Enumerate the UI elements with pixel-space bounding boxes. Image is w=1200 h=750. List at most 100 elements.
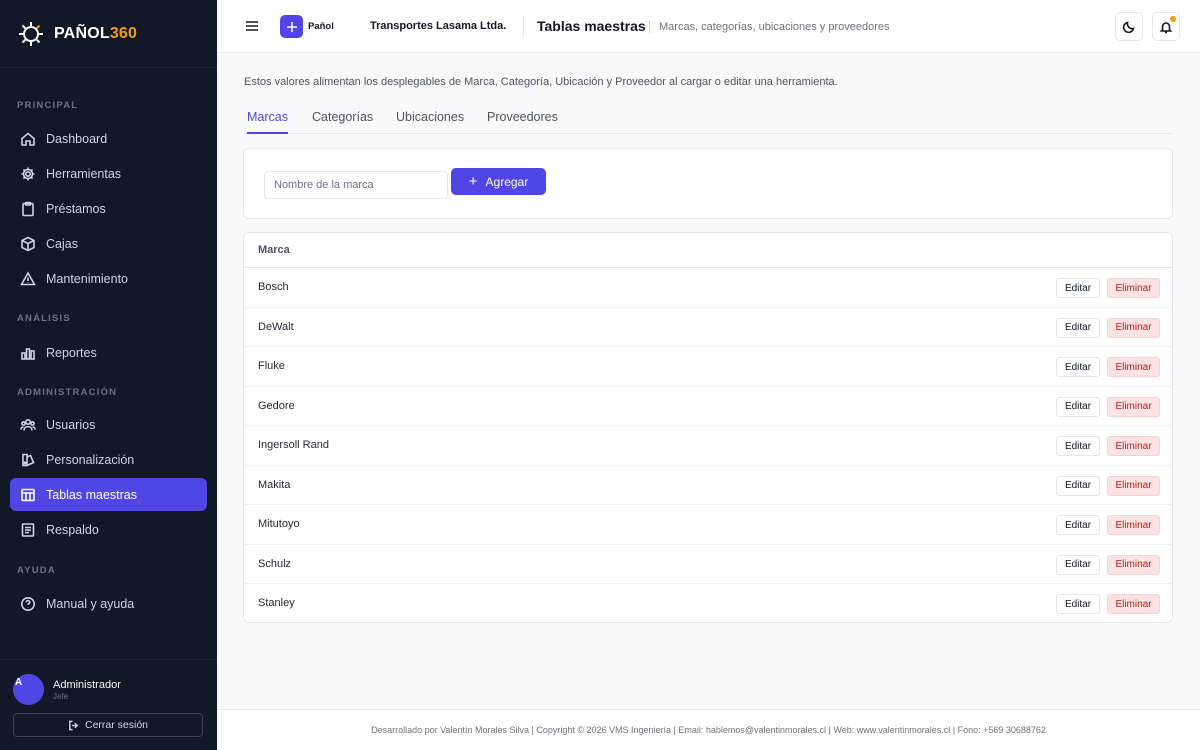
sidebar-item-label: Cajas [46,236,78,251]
avatar: A [13,674,44,705]
brand-name: DeWalt [258,320,294,333]
users-icon [20,417,36,433]
sidebar-item-manual[interactable]: Manual y ayuda [10,587,207,620]
sidebar-item-label: Respaldo [46,522,99,537]
theme-toggle-button[interactable] [1115,12,1143,41]
warning-icon [20,270,36,287]
logout-icon [69,720,79,730]
topbar: Pañol Transportes Lasama Ltda. Tablas ma… [217,0,1200,53]
sidebar-item-label: Reportes [46,345,97,360]
tab-ubicaciones[interactable]: Ubicaciones [396,110,464,134]
tabs: Marcas Categorías Ubicaciones Proveedore… [244,103,1173,134]
edit-button[interactable]: Editar [1056,515,1100,535]
notifications-button[interactable] [1152,12,1180,41]
sidebar-item-label: Mantenimiento [46,271,128,286]
notification-dot [1170,16,1176,22]
hamburger-menu-icon[interactable] [245,19,259,33]
sidebar-item-herramientas[interactable]: Herramientas [10,157,207,190]
table-row: Ingersoll Rand Editar Eliminar [244,426,1172,466]
divider [523,16,524,37]
sidebar: PAÑOL360 PRINCIPAL Dashboard Herramienta… [0,0,217,750]
tab-categorias[interactable]: Categorías [312,110,373,134]
delete-button[interactable]: Eliminar [1107,278,1160,298]
brand-name: Makita [258,478,291,491]
sidebar-item-mantenimiento[interactable]: Mantenimiento [10,262,207,295]
brand-name: Mitutoyo [258,518,300,530]
delete-button[interactable]: Eliminar [1107,594,1160,614]
home-icon [20,131,36,147]
table-body: Bosch Editar Eliminar DeWalt Editar Eliminar F… [244,268,1172,622]
sidebar-item-label: Manual y ayuda [46,596,135,611]
edit-button[interactable]: Editar [1056,278,1100,298]
edit-button[interactable]: Editar [1056,317,1100,338]
tab-marcas[interactable]: Marcas [247,110,288,134]
brand-name: Ingersoll Rand [258,439,329,451]
edit-button[interactable]: Editar [1056,436,1100,456]
moon-icon [1122,20,1135,33]
delete-button[interactable]: Eliminar [1107,515,1160,535]
brand-name: Gedore [258,399,295,412]
sidebar-item-label: Tablas maestras [46,487,138,502]
gear-icon [20,166,36,182]
table-header: Marca [244,233,1172,268]
sidebar-item-label: Préstamos [46,201,106,216]
sidebar-item-label: Personalización [46,452,135,467]
add-brand-card: + Agregar [243,148,1173,219]
add-button-label: Agregar [485,174,529,189]
sidebar-item-tablas-maestras[interactable]: Tablas maestras [10,478,207,511]
delete-button[interactable]: Eliminar [1107,554,1160,575]
edit-button[interactable]: Editar [1056,396,1100,417]
delete-button[interactable]: Eliminar [1107,396,1160,417]
gear-logo-icon [19,21,43,46]
logout-label: Cerrar sesión [84,719,149,731]
section-title-ayuda: AYUDA [17,565,56,576]
sidebar-item-dashboard[interactable]: Dashboard [10,122,207,155]
company-name: Transportes Lasama Ltda. [370,20,507,32]
sidebar-item-reportes[interactable]: Reportes [10,336,207,369]
sidebar-item-cajas[interactable]: Cajas [10,227,207,260]
edit-button[interactable]: Editar [1056,475,1100,496]
sidebar-item-label: Usuarios [46,417,96,432]
intro-text: Estos valores alimentan los desplegables… [244,76,838,88]
brand-name-input[interactable] [264,171,448,199]
table-row: DeWalt Editar Eliminar [244,308,1172,347]
table-row: Stanley Editar Eliminar [244,584,1172,622]
table-icon [20,487,36,503]
delete-button[interactable]: Eliminar [1107,317,1160,338]
box-icon [20,236,36,252]
sidebar-item-label: Herramientas [46,166,122,181]
sidebar-item-personalizacion[interactable]: Personalización [10,443,207,476]
logout-button[interactable]: Cerrar sesión [13,713,203,737]
sidebar-item-respaldo[interactable]: Respaldo [10,513,207,546]
delete-button[interactable]: Eliminar [1107,475,1160,496]
brand-name: Stanley [258,597,295,609]
footer: Desarrollado por Valentín Morales Silva … [217,709,1200,750]
sidebar-item-prestamos[interactable]: Préstamos [10,192,207,225]
table-row: Makita Editar Eliminar [244,466,1172,505]
brand-name: Fluke [258,360,285,372]
section-title-administracion: ADMINISTRACIÓN [17,387,118,398]
brand-name: PAÑOL360 [54,24,138,42]
add-button[interactable]: + Agregar [451,168,546,195]
sidebar-item-usuarios[interactable]: Usuarios [10,408,207,441]
delete-button[interactable]: Eliminar [1107,357,1160,377]
delete-button[interactable]: Eliminar [1107,436,1160,456]
palette-icon [20,452,36,468]
brand-name: Schulz [258,557,292,570]
sidebar-item-label: Dashboard [46,131,108,146]
quick-add-button[interactable] [280,15,303,38]
user-panel: A Administrador Jefe Cerrar sesión [0,659,217,750]
table-row: Mitutoyo Editar Eliminar [244,505,1172,545]
section-title-principal: PRINCIPAL [17,100,79,111]
plus-icon [286,21,297,32]
edit-button[interactable]: Editar [1056,554,1100,575]
edit-button[interactable]: Editar [1056,594,1100,614]
edit-button[interactable]: Editar [1056,357,1100,377]
archive-icon [20,522,36,538]
page-title: Tablas maestras [537,18,646,34]
user-role: Jefe [53,692,69,701]
clipboard-icon [20,201,36,217]
tab-proveedores[interactable]: Proveedores [487,110,558,134]
brands-table: Marca Bosch Editar Eliminar DeWalt Editar Eli… [243,232,1173,623]
table-row: Gedore Editar Eliminar [244,387,1172,426]
